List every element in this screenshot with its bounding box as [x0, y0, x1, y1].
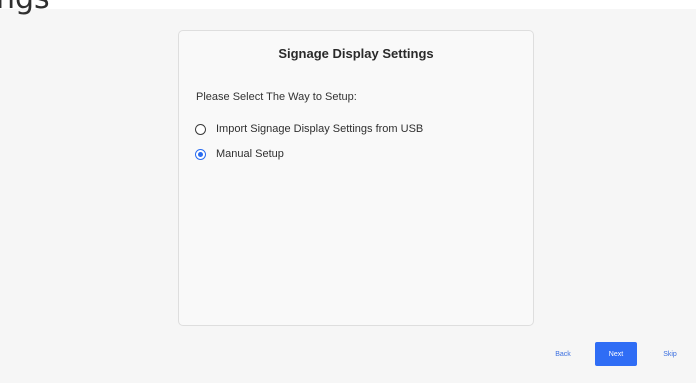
- next-button[interactable]: Next: [595, 342, 637, 366]
- card-title: Signage Display Settings: [278, 46, 434, 61]
- import-from-usb-label: Import Signage Display Settings from USB: [216, 123, 424, 135]
- back-button[interactable]: Back: [547, 342, 579, 366]
- import-from-usb-radio[interactable]: [195, 123, 206, 135]
- settings-card: Signage Display Settings Please Select T…: [178, 30, 534, 326]
- manual-setup-label: Manual Setup: [216, 148, 284, 160]
- setup-prompt: Please Select The Way to Setup:: [196, 91, 357, 103]
- import-from-usb-option[interactable]: Import Signage Display Settings from USB: [195, 123, 423, 135]
- skip-button[interactable]: Skip: [656, 342, 684, 366]
- manual-setup-option[interactable]: Manual Setup: [195, 148, 284, 160]
- setup-screen: ngs Signage Display Settings Please Sele…: [0, 0, 696, 383]
- background-title-fragment: ngs: [0, 0, 50, 14]
- manual-setup-radio[interactable]: [195, 148, 206, 160]
